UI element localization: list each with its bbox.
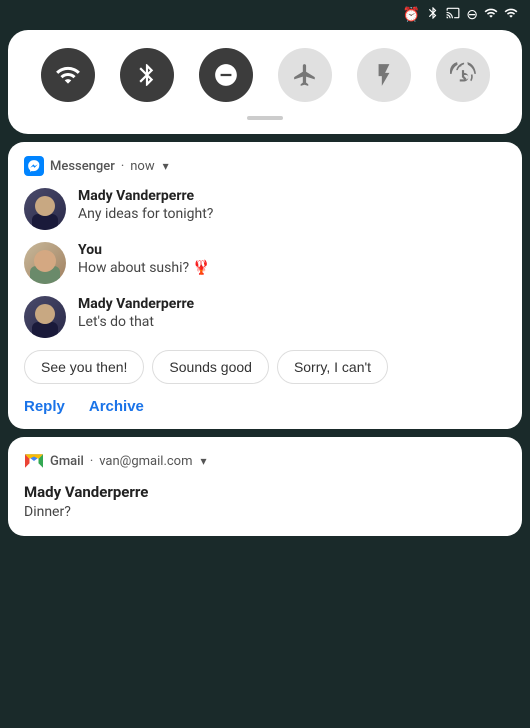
flashlight-toggle[interactable] [357,48,411,102]
message-content-2: You How about sushi? 🦞 [78,242,506,276]
gmail-notif-header: Gmail · van@gmail.com ▾ [24,451,506,471]
gmail-account: van@gmail.com [99,454,192,469]
avatar-mady-2 [24,296,66,338]
quick-settings-buttons [28,48,502,102]
messenger-app-name: Messenger [50,159,115,174]
archive-button[interactable]: Archive [89,398,144,415]
messenger-chevron-icon[interactable]: ▾ [163,159,169,173]
status-bar: ⏰ ⊖ [0,0,530,30]
gmail-subject: Dinner? [24,504,506,520]
airplane-toggle[interactable] [278,48,332,102]
gmail-separator: · [90,454,93,469]
notifications-list: Messenger · now ▾ Mady Vanderperre Any i… [8,142,522,536]
signal-icon [504,6,518,24]
quick-reply-sounds-good[interactable]: Sounds good [152,350,269,384]
msg-text-2: How about sushi? 🦞 [78,260,506,276]
dnd-toggle[interactable] [199,48,253,102]
avatar-mady-1 [24,188,66,230]
messenger-app-icon [24,156,44,176]
msg-sender-1: Mady Vanderperre [78,188,506,204]
bluetooth-toggle[interactable] [120,48,174,102]
drag-handle [247,116,283,120]
quick-reply-see-you-then[interactable]: See you then! [24,350,144,384]
messenger-time: · [121,159,124,174]
messenger-timestamp: now [130,159,154,174]
quick-settings-panel [8,30,522,134]
clock-icon: ⏰ [403,7,420,23]
wifi-icon [484,6,498,24]
msg-sender-3: Mady Vanderperre [78,296,506,312]
avatar-you [24,242,66,284]
msg-text-1: Any ideas for tonight? [78,206,506,222]
wifi-toggle[interactable] [41,48,95,102]
gmail-chevron-icon[interactable]: ▾ [201,454,207,468]
quick-replies-container: See you then! Sounds good Sorry, I can't [24,350,506,384]
gmail-notification: Gmail · van@gmail.com ▾ Mady Vanderperre… [8,437,522,536]
gmail-sender: Mady Vanderperre [24,483,506,501]
msg-sender-2: You [78,242,506,258]
reply-button[interactable]: Reply [24,398,65,415]
msg-text-3: Let's do that [78,314,506,330]
quick-reply-sorry[interactable]: Sorry, I can't [277,350,388,384]
message-content-1: Mady Vanderperre Any ideas for tonight? [78,188,506,222]
gmail-app-icon [24,451,44,471]
messenger-notif-header: Messenger · now ▾ [24,156,506,176]
bluetooth-status-icon [426,6,440,24]
messenger-notification: Messenger · now ▾ Mady Vanderperre Any i… [8,142,522,429]
gmail-app-name: Gmail [50,454,84,469]
message-content-3: Mady Vanderperre Let's do that [78,296,506,330]
messenger-actions: Reply Archive [24,398,506,415]
cast-icon [446,6,460,24]
rotate-toggle[interactable] [436,48,490,102]
message-row-1: Mady Vanderperre Any ideas for tonight? [24,188,506,230]
message-row-3: Mady Vanderperre Let's do that [24,296,506,338]
message-row-2: You How about sushi? 🦞 [24,242,506,284]
dnd-status-icon: ⊖ [466,7,478,23]
